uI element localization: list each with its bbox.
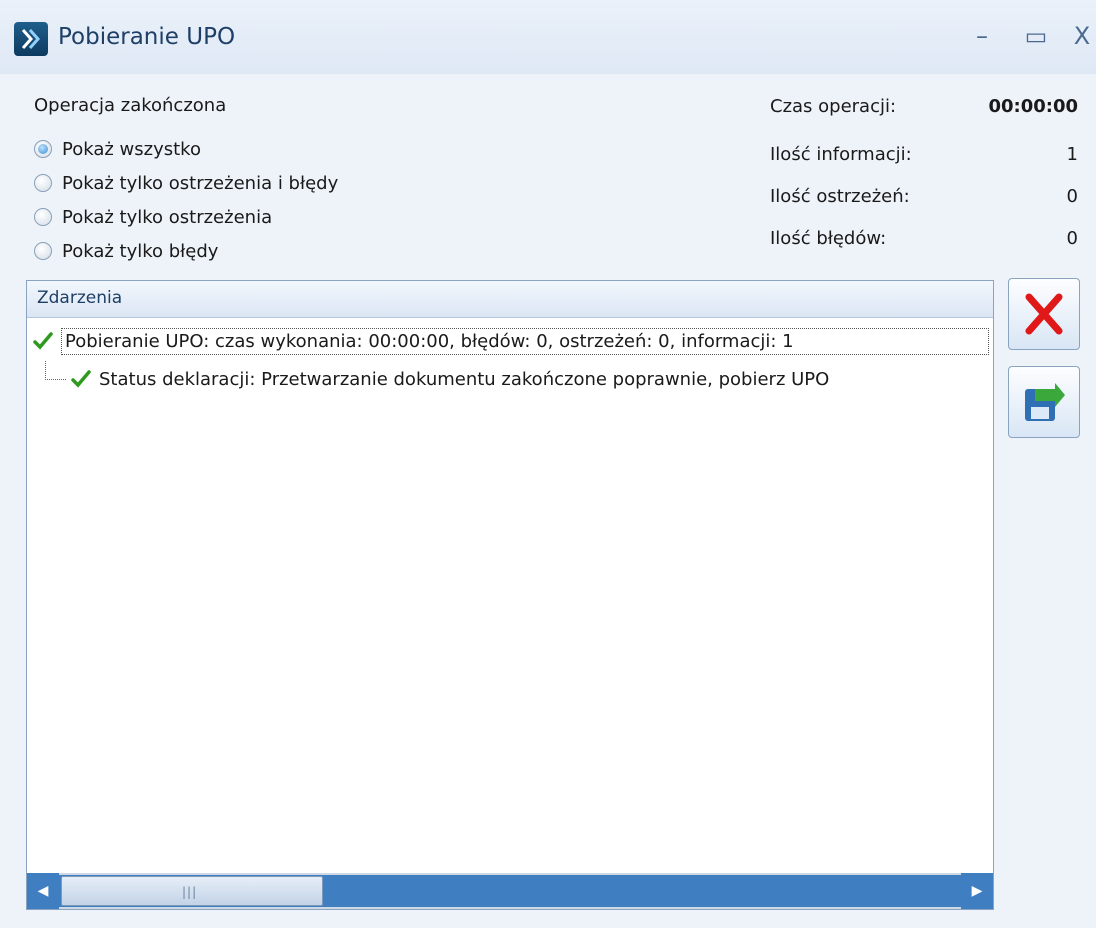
operation-time-value: 00:00:00 (988, 96, 1078, 117)
close-button[interactable]: X (1064, 20, 1096, 52)
filter-show-all[interactable]: Pokaż wszystko (34, 134, 201, 164)
upo-download-window: Pobieranie UPO – ▭ X Operacja zakończona… (0, 0, 1096, 928)
filter-label: Pokaż tylko błędy (62, 240, 219, 262)
tree-connector (45, 361, 66, 380)
grip-icon: ||| (182, 885, 198, 899)
save-floppy-icon (1025, 383, 1065, 421)
filter-label: Pokaż wszystko (62, 138, 201, 160)
radio-selected-icon[interactable] (34, 140, 52, 158)
title-bar[interactable]: Pobieranie UPO – ▭ X (0, 0, 1096, 74)
scroll-left-arrow-icon[interactable]: ◀ (27, 873, 59, 909)
events-tree[interactable]: Zdarzenia Pobieranie UPO: czas wykonania… (26, 280, 994, 910)
cancel-button[interactable] (1008, 278, 1080, 350)
maximize-button[interactable]: ▭ (1018, 20, 1054, 52)
errors-count-value: 0 (1066, 228, 1078, 249)
window-title: Pobieranie UPO (58, 24, 236, 50)
events-header-label: Zdarzenia (37, 288, 123, 308)
minimize-button[interactable]: – (964, 20, 1000, 52)
filter-warnings-and-errors[interactable]: Pokaż tylko ostrzeżenia i błędy (34, 168, 338, 198)
info-count-label: Ilość informacji: (770, 144, 912, 165)
operation-status: Operacja zakończona (34, 95, 227, 116)
operation-time-label: Czas operacji: (770, 96, 897, 117)
info-count-value: 1 (1066, 144, 1078, 165)
tree-node-label: Status deklaracji: Przetwarzanie dokumen… (99, 368, 830, 390)
check-icon (33, 332, 53, 350)
check-icon (71, 370, 91, 388)
horizontal-scrollbar[interactable]: ◀ ||| ▶ (27, 873, 993, 909)
filter-errors-only[interactable]: Pokaż tylko błędy (34, 236, 218, 266)
tree-node-root[interactable]: Pobieranie UPO: czas wykonania: 00:00:00… (33, 325, 989, 357)
app-logo-icon (14, 22, 48, 56)
filter-label: Pokaż tylko ostrzeżenia i błędy (62, 172, 339, 194)
errors-count-label: Ilość błędów: (770, 228, 887, 249)
filter-label: Pokaż tylko ostrzeżenia (62, 206, 273, 228)
scroll-thumb[interactable]: ||| (61, 876, 323, 906)
tree-node-child[interactable]: Status deklaracji: Przetwarzanie dokumen… (71, 363, 829, 395)
warnings-count-label: Ilość ostrzeżeń: (770, 186, 910, 207)
radio-icon[interactable] (34, 174, 52, 192)
events-column-header[interactable]: Zdarzenia (27, 281, 993, 318)
radio-icon[interactable] (34, 208, 52, 226)
warnings-count-value: 0 (1066, 186, 1078, 207)
scroll-right-arrow-icon[interactable]: ▶ (961, 873, 993, 909)
save-button[interactable] (1008, 366, 1080, 438)
tree-node-label: Pobieranie UPO: czas wykonania: 00:00:00… (61, 327, 989, 355)
radio-icon[interactable] (34, 242, 52, 260)
filter-warnings-only[interactable]: Pokaż tylko ostrzeżenia (34, 202, 272, 232)
red-x-icon (1025, 293, 1063, 335)
